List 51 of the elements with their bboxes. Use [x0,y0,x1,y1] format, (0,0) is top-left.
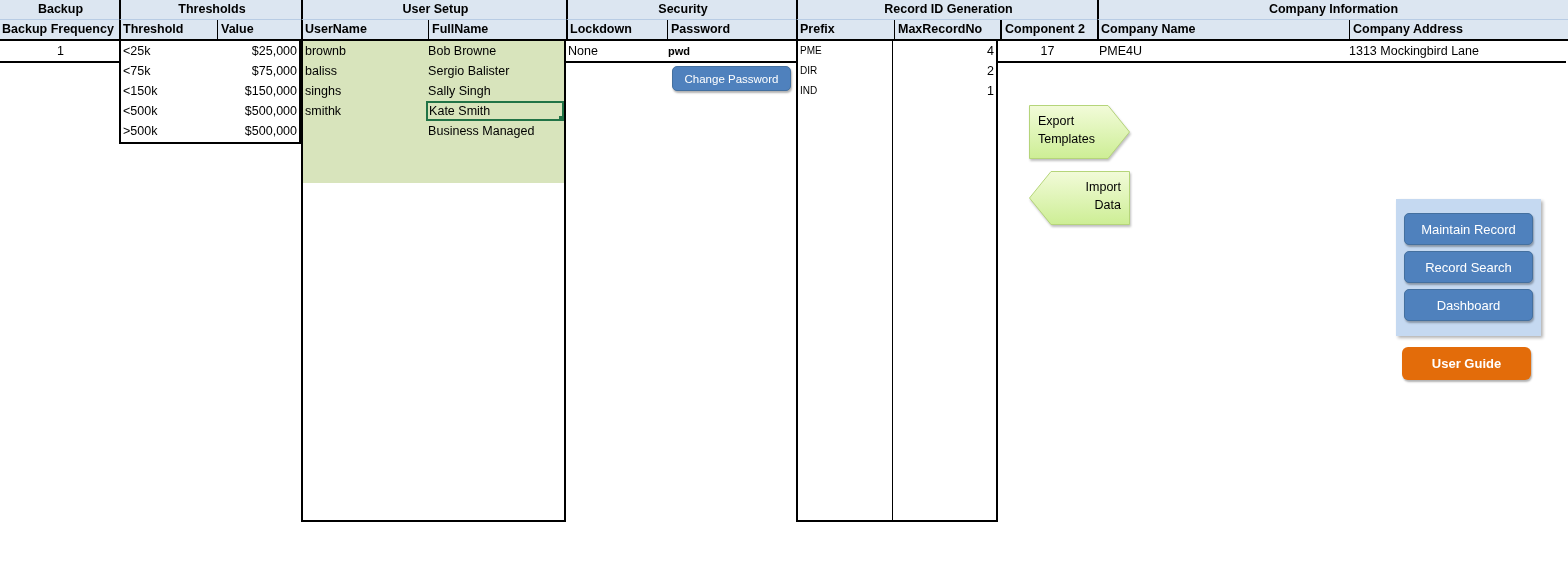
nav-button[interactable]: Dashboard [1404,289,1533,321]
group-header: Record ID Generation [796,0,1099,20]
change-password-button[interactable]: Change Password [672,66,791,91]
table-cell-text: <75k [122,63,152,80]
group-header: Backup [0,0,121,20]
table-cell[interactable]: Business Managed [426,121,564,141]
table-cell-text: $25,000 [250,43,298,60]
table-cell-text: None [567,43,599,60]
table-cell-text: DIR [799,64,819,78]
table-cell[interactable]: smithk [303,101,427,121]
column-header: UserName [304,21,368,38]
group-header: Security [566,0,798,20]
table-cell[interactable]: Sergio Balister [426,61,564,81]
table-cell-text: PME4U [1098,43,1144,60]
right-arrow-button[interactable]: Export Templates [1029,105,1130,159]
table-cell[interactable]: singhs [303,81,427,101]
table-cell-text: <25k [122,43,152,60]
table-cell-text: IND [799,84,819,98]
left-arrow-button[interactable]: Import Data [1029,171,1130,225]
column-header: MaxRecordNo [894,20,1000,39]
table-cell-text: PME [799,44,823,58]
group-header: Company Information [1097,0,1568,20]
table-cell-text: 1313 Mockingbird Lane [1348,43,1480,60]
table-cell[interactable]: Kate Smith [426,101,564,121]
table-cell-text: $150,000 [243,83,298,100]
table-cell-text: 1 [986,83,995,100]
nav-button[interactable]: Maintain Record [1404,213,1533,245]
column-header: Prefix [799,21,836,38]
table-cell-text: 4 [986,43,995,60]
table-cell-text: 17 [1039,43,1056,60]
table-cell-text: $75,000 [250,63,298,80]
table-cell-text: $500,000 [243,123,298,140]
table-cell-text: <150k [122,83,159,100]
column-header: Company Address [1349,20,1568,39]
table-cell[interactable]: Sally Singh [426,81,564,101]
table-cell[interactable]: baliss [303,61,427,81]
table-cell-text: >500k [122,123,159,140]
column-header: Backup Frequency [1,21,115,38]
column-header: Company Name [1100,21,1197,38]
table-cell-text: pwd [667,44,691,59]
table-cell[interactable]: brownb [303,41,427,61]
table-cell[interactable]: Bob Browne [426,41,564,61]
table-cell-text: 1 [56,43,65,60]
group-header: Thresholds [119,0,303,20]
nav-button[interactable]: Record Search [1404,251,1533,283]
table-cell-text: $500,000 [243,103,298,120]
column-header: Threshold [122,21,185,38]
group-header: User Setup [301,0,568,20]
table-cell-text: <500k [122,103,159,120]
table-cell-text: 2 [986,63,995,80]
column-header: Lockdown [569,21,633,38]
